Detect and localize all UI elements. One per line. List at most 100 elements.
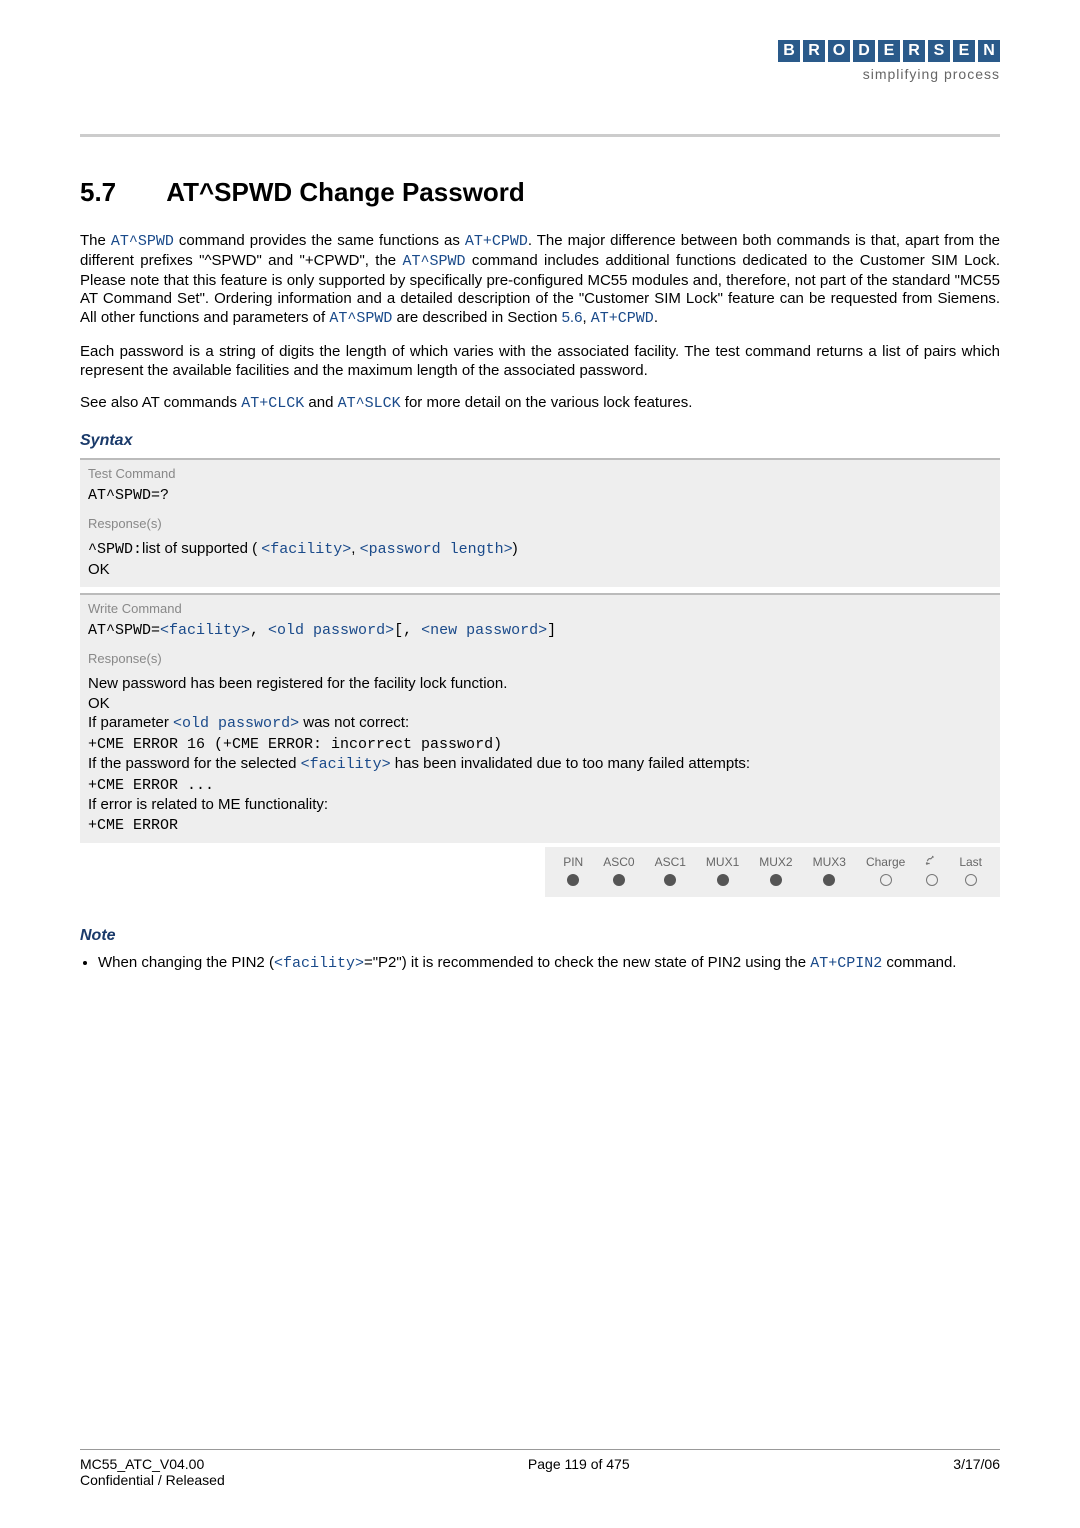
dot (915, 872, 949, 891)
text: The (80, 232, 111, 249)
support-value-row (553, 872, 992, 891)
header-rule (80, 134, 1000, 137)
text: . (654, 309, 658, 326)
cmd-ref: AT+CPWD (591, 310, 654, 327)
cmd-ref: AT^SLCK (338, 395, 401, 412)
footer-classification: Confidential / Released (80, 1472, 225, 1488)
error-line: +CME ERROR ... (88, 777, 214, 794)
note-item: When changing the PIN2 (<facility>="P2")… (98, 953, 1000, 974)
dot (803, 872, 856, 891)
text: command provides the same functions as (174, 232, 465, 249)
logo-letter: N (978, 40, 1000, 62)
text: ="P2") it is recommended to check the ne… (364, 954, 810, 971)
text: , (582, 309, 590, 326)
logo-letter: R (903, 40, 925, 62)
param: <facility> (301, 756, 391, 773)
text: See also AT commands (80, 394, 241, 411)
logo-letter: D (853, 40, 875, 62)
col-last: Last (949, 851, 992, 872)
param: <facility> (274, 955, 364, 972)
test-command-box: Test Command AT^SPWD=? Response(s) ^SPWD… (80, 458, 1000, 587)
text: , (351, 540, 359, 557)
param: <old password> (268, 622, 394, 639)
cmd-prefix: AT^SPWD= (88, 622, 160, 639)
support-matrix: PIN ASC0 ASC1 MUX1 MUX2 MUX3 Charge Last (545, 847, 1000, 897)
ok-response: OK (88, 561, 110, 578)
text: command. (882, 954, 956, 971)
col-mux3: MUX3 (803, 851, 856, 872)
cmd-ref: AT^SPWD (111, 233, 174, 250)
text: When changing the PIN2 ( (98, 954, 274, 971)
write-response-label: Response(s) (80, 645, 1000, 670)
param: <facility> (160, 622, 250, 639)
param: <facility> (261, 541, 351, 558)
cmd-ref: AT^SPWD (329, 310, 392, 327)
page-header: B R O D E R S E N simplifying process (80, 40, 1000, 130)
brand-logo: B R O D E R S E N simplifying process (778, 40, 1000, 82)
resp-line: New password has been registered for the… (88, 675, 507, 692)
text: has been invalidated due to too many fai… (391, 755, 750, 772)
test-command-code: AT^SPWD=? (80, 485, 1000, 510)
footer-page-number: Page 119 of 475 (528, 1456, 630, 1472)
syntax-heading: Syntax (80, 432, 1000, 450)
write-response-body: New password has been registered for the… (80, 670, 1000, 843)
dot (856, 872, 915, 891)
text: are described in Section (392, 309, 561, 326)
param: <password length> (360, 541, 513, 558)
col-charge: Charge (856, 851, 915, 872)
logo-letter: B (778, 40, 800, 62)
col-pin: PIN (553, 851, 593, 872)
logo-letter: E (953, 40, 975, 62)
intro-paragraph-1: The AT^SPWD command provides the same fu… (80, 232, 1000, 329)
dot (696, 872, 749, 891)
text: ] (547, 622, 556, 639)
logo-letter: S (928, 40, 950, 62)
param: <new password> (421, 622, 547, 639)
logo-wordmark: B R O D E R S E N (778, 40, 1000, 62)
col-airtime (915, 851, 949, 872)
section-ref: 5.6 (562, 309, 583, 326)
error-line: +CME ERROR 16 (+CME ERROR: incorrect pas… (88, 736, 502, 753)
write-command-code: AT^SPWD=<facility>, <old password>[, <ne… (80, 620, 1000, 645)
logo-letter: E (878, 40, 900, 62)
col-asc0: ASC0 (593, 851, 644, 872)
logo-letter: O (828, 40, 850, 62)
text: and (304, 394, 337, 411)
cmd-ref: AT+CPWD (465, 233, 528, 250)
cmd-ref: AT+CPIN2 (810, 955, 882, 972)
logo-letter: R (803, 40, 825, 62)
text: ) (513, 540, 518, 557)
ok-response: OK (88, 695, 110, 712)
col-mux1: MUX1 (696, 851, 749, 872)
text: list of supported ( (142, 540, 261, 557)
text: If parameter (88, 714, 173, 731)
section-number: 5.7 (80, 177, 160, 208)
write-command-label: Write Command (80, 595, 1000, 620)
footer-doc-id: MC55_ATC_V04.00 (80, 1456, 204, 1472)
test-command-label: Test Command (80, 460, 1000, 485)
text: was not correct: (299, 714, 409, 731)
dot (749, 872, 802, 891)
dot (949, 872, 992, 891)
cmd-ref: AT^SPWD (402, 253, 465, 270)
cmd-ref: AT+CLCK (241, 395, 304, 412)
write-command-box: Write Command AT^SPWD=<facility>, <old p… (80, 593, 1000, 843)
text: for more detail on the various lock feat… (401, 394, 693, 411)
text: , (250, 622, 268, 639)
page-footer: MC55_ATC_V04.00 Page 119 of 475 3/17/06 … (80, 1449, 1000, 1488)
note-heading: Note (80, 927, 1000, 945)
text: [, (394, 622, 421, 639)
footer-rule (80, 1449, 1000, 1450)
support-header-row: PIN ASC0 ASC1 MUX1 MUX2 MUX3 Charge Last (553, 851, 992, 872)
brand-tagline: simplifying process (778, 66, 1000, 82)
param: <old password> (173, 715, 299, 732)
intro-paragraph-2: Each password is a string of digits the … (80, 343, 1000, 381)
col-mux2: MUX2 (749, 851, 802, 872)
dot (593, 872, 644, 891)
airtime-icon (925, 853, 939, 867)
note-list: When changing the PIN2 (<facility>="P2")… (80, 953, 1000, 974)
resp-prefix: ^SPWD: (88, 541, 142, 558)
test-response-label: Response(s) (80, 510, 1000, 535)
test-response-body: ^SPWD:list of supported ( <facility>, <p… (80, 535, 1000, 587)
section-title: 5.7 AT^SPWD Change Password (80, 177, 1000, 208)
